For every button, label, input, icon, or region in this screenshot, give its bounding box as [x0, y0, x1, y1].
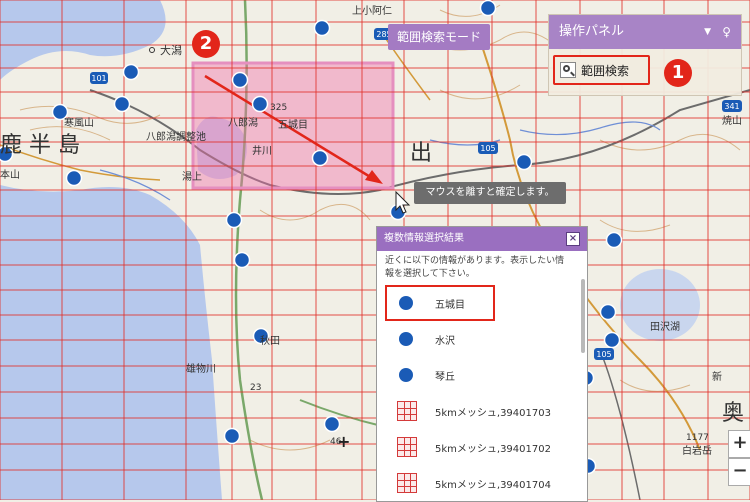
- map-label-omono-river: 雄物川: [186, 362, 216, 375]
- map-label-elev: 1177: [686, 433, 709, 443]
- result-item[interactable]: 水沢: [385, 321, 579, 357]
- result-item-selected[interactable]: 五城目: [385, 285, 495, 321]
- map-label-gojome: 五城目: [278, 119, 308, 131]
- callout-2: 2: [192, 30, 220, 58]
- map-marker[interactable]: [113, 95, 131, 113]
- route-shield-341: 341: [724, 102, 739, 111]
- map-label-kanpuzan: 寒風山: [64, 116, 94, 129]
- map-label-yugami: 湯上: [182, 170, 202, 183]
- map-label-oogata: 大潟: [160, 43, 182, 57]
- map-label-route-23: 23: [250, 383, 261, 393]
- map-marker[interactable]: [223, 427, 241, 445]
- point-marker-icon: [399, 296, 413, 310]
- zoom-in-button[interactable]: +: [728, 430, 750, 458]
- range-search-button-label: 範囲検索: [581, 63, 630, 78]
- map-label-ikawa: 井川: [252, 144, 272, 157]
- map-label-hachirogata: 八郎潟: [228, 116, 258, 129]
- map-marker[interactable]: [251, 95, 269, 113]
- map-marker[interactable]: [311, 149, 329, 167]
- point-marker-icon: [399, 332, 413, 346]
- result-item[interactable]: 琴丘: [385, 357, 579, 393]
- map-label-akita: 秋田: [260, 334, 280, 347]
- result-item-label: 五城目: [435, 299, 465, 311]
- map-label-kamianiai: 上小阿仁: [352, 5, 392, 17]
- map-marker[interactable]: [122, 63, 140, 81]
- mesh-grid-icon: [397, 437, 417, 457]
- route-shield-101: 101: [91, 74, 106, 83]
- result-item-label: 琴丘: [435, 371, 455, 383]
- sea-area-west: [0, 185, 222, 500]
- crosshair-icon: +: [337, 432, 350, 451]
- mesh-grid-icon: [397, 473, 417, 493]
- map-label-yakisu: 焼山: [722, 115, 742, 127]
- map-label-oku: 奥: [722, 401, 744, 426]
- mesh-grid-icon: [397, 401, 417, 421]
- range-search-mode-label: 範囲検索モード: [388, 24, 490, 50]
- selection-result-popup: 複数情報選択結果 × 近くに以下の情報があります。表示したい情報を選択して下さい…: [376, 226, 588, 502]
- map-label-hon: 本山: [0, 168, 20, 181]
- map-label-hakkobu: 白岩岳: [682, 444, 712, 457]
- operation-panel-title: 操作パネル: [559, 24, 625, 39]
- map-marker[interactable]: [479, 0, 497, 17]
- popup-scrollbar[interactable]: [581, 279, 585, 353]
- map-marker[interactable]: [233, 251, 251, 269]
- operation-panel: 操作パネル ▼ ♀ 範囲検索: [548, 14, 742, 96]
- magnifier-icon: [560, 62, 576, 78]
- map-marker[interactable]: [599, 303, 617, 321]
- result-item[interactable]: 5kmメッシュ,39401702: [385, 429, 579, 465]
- result-item-label: 5kmメッシュ,39401703: [435, 407, 551, 419]
- result-item[interactable]: 5kmメッシュ,39401703: [385, 393, 579, 429]
- map-marker[interactable]: [225, 211, 243, 229]
- chevron-down-icon[interactable]: ▼: [704, 15, 711, 49]
- map-marker[interactable]: [323, 415, 341, 433]
- route-shield-105b: 105: [596, 350, 611, 359]
- operation-panel-header[interactable]: 操作パネル ▼ ♀: [549, 15, 741, 49]
- result-item-label: 5kmメッシュ,39401702: [435, 443, 551, 455]
- map-label-regulating-pond: 八郎潟調整池: [146, 130, 206, 143]
- close-icon[interactable]: ×: [566, 232, 580, 246]
- map-label-route-325: 325: [270, 103, 287, 113]
- lightbulb-icon[interactable]: ♀: [722, 15, 731, 49]
- zoom-out-button[interactable]: −: [728, 458, 750, 486]
- map-label-shin: 新: [712, 370, 722, 383]
- map-label-de: 出: [410, 141, 432, 166]
- result-item[interactable]: 5kmメッシュ,39401704: [385, 465, 579, 501]
- map-marker[interactable]: [515, 153, 533, 171]
- popup-result-list: 五城目水沢琴丘 5kmメッシュ,39401703 5kmメッシュ,39401702 5…: [385, 285, 579, 501]
- popup-header: 複数情報選択結果 ×: [377, 227, 587, 251]
- popup-body: 近くに以下の情報があります。表示したい情報を選択して下さい。 五城目水沢琴丘 5k…: [377, 251, 587, 495]
- map-marker[interactable]: [603, 331, 621, 349]
- map-marker[interactable]: [65, 169, 83, 187]
- map-marker[interactable]: [231, 71, 249, 89]
- map-marker[interactable]: [605, 231, 623, 249]
- release-tooltip: マウスを離すと確定します。: [414, 182, 566, 204]
- map-label-oga-hanto: 鹿 半 島: [0, 133, 80, 158]
- map-label-tazawako: 田沢湖: [650, 320, 680, 333]
- route-shield-105a: 105: [480, 144, 495, 153]
- popup-title: 複数情報選択結果: [384, 233, 464, 244]
- result-item-label: 水沢: [435, 335, 455, 347]
- result-item-label: 5kmメッシュ,39401704: [435, 479, 551, 491]
- point-marker-icon: [399, 368, 413, 382]
- range-search-button[interactable]: 範囲検索: [553, 55, 650, 85]
- map-marker[interactable]: [313, 19, 331, 37]
- callout-1: 1: [664, 59, 692, 87]
- popup-message: 近くに以下の情報があります。表示したい情報を選択して下さい。: [385, 256, 565, 279]
